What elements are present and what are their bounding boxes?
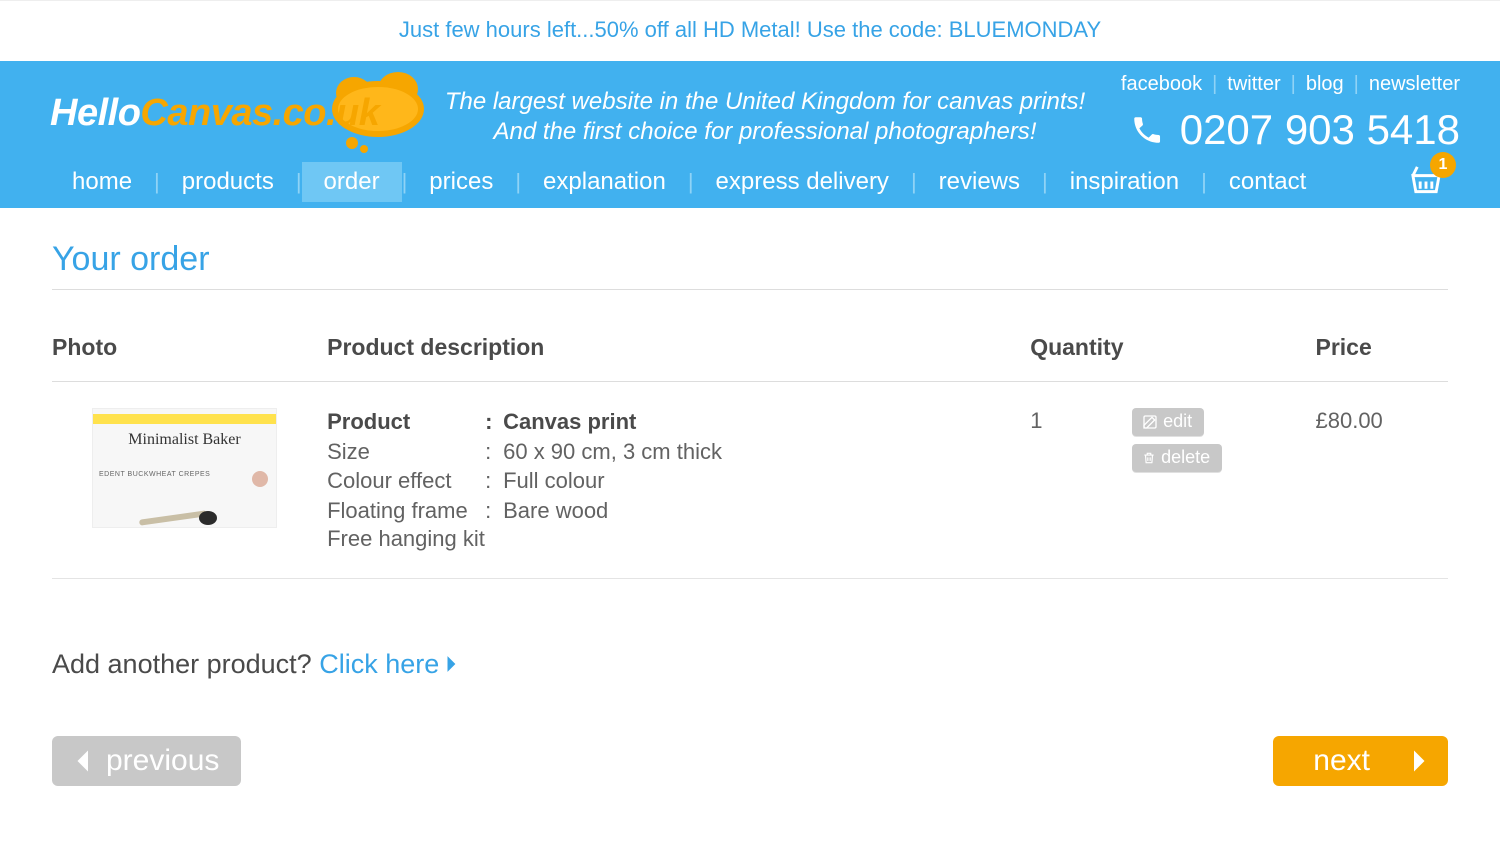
desc-value-colour: Full colour [497,467,1030,495]
link-blog[interactable]: blog [1306,73,1344,95]
phone-icon [1130,113,1164,147]
header-top: HelloCanvas.co.uk The largest website in… [0,61,1500,156]
chevron-right-icon [1412,749,1428,773]
nav-inspiration[interactable]: inspiration [1048,162,1201,202]
header-right: facebook|twitter|blog|newsletter 0207 90… [1100,73,1460,154]
chevron-right-icon [445,649,459,680]
tagline-line1: The largest website in the United Kingdo… [440,87,1090,117]
main-nav: home| products| order| prices| explanati… [0,156,1500,208]
page-title: Your order [52,240,1448,290]
delete-button[interactable]: delete [1132,444,1222,472]
logo[interactable]: HelloCanvas.co.uk [50,71,430,156]
desc-value-frame: Bare wood [497,497,1030,525]
nav-reviews[interactable]: reviews [917,162,1042,202]
th-actions [1132,334,1315,382]
add-another-prefix: Add another product? [52,649,319,679]
header: HelloCanvas.co.uk The largest website in… [0,61,1500,208]
promo-bar: Just few hours left...50% off all HD Met… [0,0,1500,61]
content: Your order Photo Product description Qua… [0,208,1500,826]
row-price: £80.00 [1316,382,1449,579]
phone-number[interactable]: 0207 903 5418 [1100,106,1460,154]
cart-button[interactable]: 1 [1408,164,1450,201]
desc-label-colour: Colour effect [327,467,485,495]
trash-icon [1142,450,1156,466]
desc-free-hanging-kit: Free hanging kit [327,526,1030,552]
th-qty: Quantity [1030,334,1132,382]
order-table: Photo Product description Quantity Price… [52,334,1448,579]
tagline-line2: And the first choice for professional ph… [440,117,1090,147]
edit-button[interactable]: edit [1132,408,1204,436]
nav-home[interactable]: home [50,162,154,202]
nav-express-delivery[interactable]: express delivery [694,162,911,202]
nav-explanation[interactable]: explanation [521,162,688,202]
desc-value-product: Canvas print [497,408,1030,436]
logo-text-hello: Hello [50,92,140,134]
link-facebook[interactable]: facebook [1121,73,1202,95]
tagline: The largest website in the United Kingdo… [430,81,1100,147]
delete-label: delete [1161,447,1210,468]
next-button[interactable]: next [1273,736,1448,786]
add-another-product: Add another product? Click here [52,649,1448,680]
nav-order[interactable]: order [302,162,402,202]
product-thumbnail[interactable]: Minimalist Baker EDENT BUCKWHEAT CREPES [92,408,277,528]
next-label: next [1313,744,1370,778]
previous-label: previous [106,744,219,778]
row-quantity: 1 [1030,382,1132,579]
nav-buttons: previous next [52,736,1448,786]
nav-contact[interactable]: contact [1207,162,1328,202]
desc-label-product: Product [327,408,485,436]
nav-products[interactable]: products [160,162,296,202]
chevron-left-icon [74,749,90,773]
thumb-subtitle: EDENT BUCKWHEAT CREPES [99,471,210,478]
previous-button[interactable]: previous [52,736,241,786]
edit-label: edit [1163,411,1192,432]
nav-prices[interactable]: prices [407,162,515,202]
edit-icon [1142,414,1158,430]
th-price: Price [1316,334,1449,382]
link-newsletter[interactable]: newsletter [1369,73,1460,95]
cart-badge: 1 [1430,152,1456,178]
add-another-link[interactable]: Click here [319,649,459,679]
link-twitter[interactable]: twitter [1227,73,1280,95]
phone-text: 0207 903 5418 [1180,106,1460,154]
desc-value-size: 60 x 90 cm, 3 cm thick [497,438,1030,466]
desc-label-frame: Floating frame [327,497,485,525]
th-desc: Product description [327,334,1030,382]
table-row: Minimalist Baker EDENT BUCKWHEAT CREPES … [52,382,1448,579]
desc-label-size: Size [327,438,485,466]
logo-text-canvas: Canvas.co.uk [140,92,379,134]
product-description: Product:Canvas print Size:60 x 90 cm, 3 … [327,408,1030,524]
thumb-title: Minimalist Baker [93,431,276,449]
top-links: facebook|twitter|blog|newsletter [1100,73,1460,96]
th-photo: Photo [52,334,327,382]
